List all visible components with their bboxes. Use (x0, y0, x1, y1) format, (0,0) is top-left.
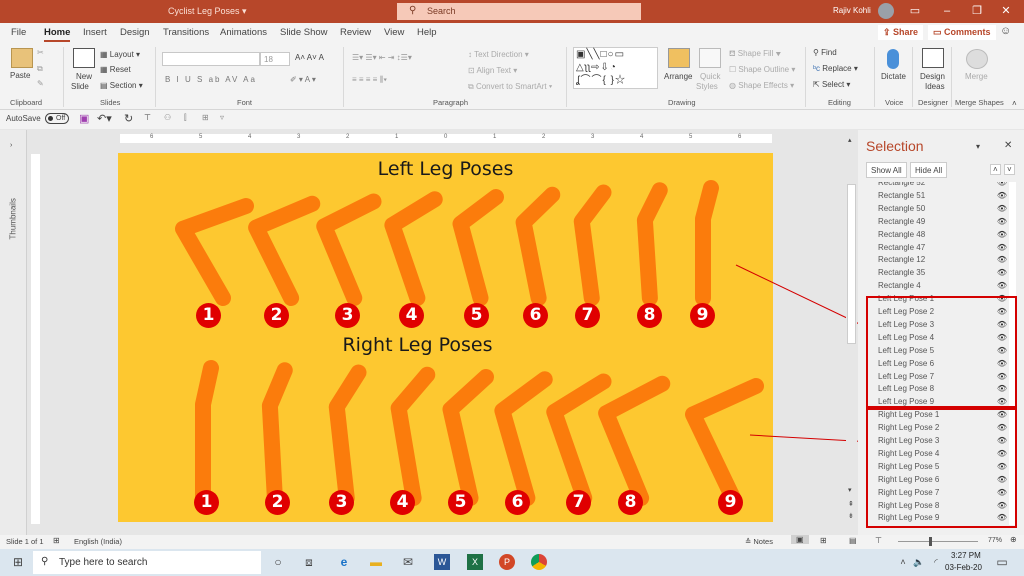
selection-list-item[interactable]: Rectangle 12 👁 (866, 253, 1012, 266)
selection-pane-title: Selection (866, 138, 924, 154)
reading-view-icon[interactable]: ▤ (849, 536, 857, 545)
highlight-right-poses (866, 408, 1017, 528)
windows-start-icon[interactable]: ⊞ (10, 554, 26, 570)
volume-icon[interactable]: 🔈 (911, 554, 927, 570)
clock-time[interactable]: 3:27 PM (951, 551, 981, 560)
taskbar: ⊞ ⚲ Type here to search ○ ⧈ e ▬ ✉ W X P … (0, 549, 1024, 576)
chrome-icon[interactable] (531, 554, 547, 570)
selection-list-item[interactable]: Rectangle 47 👁 (866, 241, 1012, 254)
item-label: Rectangle 49 (878, 216, 926, 226)
fit-slide-icon[interactable]: ⊕ (1010, 535, 1017, 544)
visibility-eye-icon[interactable]: 👁 (997, 189, 1007, 202)
taskbar-search[interactable]: ⚲ Type here to search (33, 551, 261, 574)
cortana-icon[interactable]: ○ (270, 554, 286, 570)
selection-list-item[interactable]: Rectangle 4 👁 (866, 279, 1012, 292)
next-slide-icon[interactable]: ⇟ (848, 512, 854, 520)
show-hidden-icons[interactable]: ˄ (895, 554, 911, 570)
item-label: Rectangle 12 (878, 255, 926, 265)
previous-slide-icon[interactable]: ⇞ (848, 500, 854, 508)
selection-list-item[interactable]: Rectangle 35 👁 (866, 266, 1012, 279)
slide-scrollbar[interactable]: ▴ ▾ ⇞ ⇟ (846, 134, 857, 534)
visibility-eye-icon[interactable]: 👁 (997, 279, 1007, 292)
slide-sorter-icon[interactable]: ⊞ (820, 536, 827, 545)
show-all-button[interactable]: Show All (866, 162, 907, 178)
item-label: Rectangle 35 (878, 268, 926, 278)
notes-button[interactable]: ≙ Notes (745, 537, 773, 546)
notifications-icon[interactable]: ▭ (994, 554, 1010, 570)
scroll-up-icon[interactable]: ▴ (848, 136, 852, 144)
word-icon[interactable]: W (434, 554, 450, 570)
task-view-icon[interactable]: ⧈ (301, 554, 317, 570)
scroll-down-icon[interactable]: ▾ (848, 486, 852, 494)
file-explorer-icon[interactable]: ▬ (368, 554, 384, 570)
slide-counter: Slide 1 of 1 (6, 537, 44, 546)
selection-list-item[interactable]: Rectangle 50 👁 (866, 202, 1012, 215)
language-indicator[interactable]: English (India) (74, 537, 122, 546)
search-icon: ⚲ (41, 556, 49, 567)
bring-forward-icon[interactable]: ˄ (990, 164, 1001, 175)
close-pane-icon[interactable]: ✕ (1004, 140, 1012, 151)
selection-list-item[interactable]: Rectangle 48 👁 (866, 228, 1012, 241)
spell-check-icon[interactable]: ⊞ (53, 536, 60, 545)
status-bar: Slide 1 of 1 ⊞ English (India) ≙ Notes ▣… (0, 535, 1024, 549)
hide-all-button[interactable]: Hide All (910, 162, 948, 178)
item-label: Rectangle 47 (878, 242, 926, 252)
excel-icon[interactable]: X (467, 554, 483, 570)
item-label: Rectangle 50 (878, 203, 926, 213)
item-label: Rectangle 4 (878, 281, 921, 291)
item-label: Rectangle 52 (878, 182, 926, 187)
clock-date[interactable]: 03-Feb-20 (945, 563, 982, 572)
mail-icon[interactable]: ✉ (400, 554, 416, 570)
item-label: Rectangle 51 (878, 190, 926, 200)
normal-view-icon[interactable]: ▣ (791, 535, 809, 544)
send-backward-icon[interactable]: ˅ (1004, 164, 1015, 175)
visibility-eye-icon[interactable]: 👁 (997, 202, 1007, 215)
item-label: Rectangle 48 (878, 229, 926, 239)
edge-icon[interactable]: e (336, 554, 352, 570)
zoom-level[interactable]: 77% (988, 537, 1002, 544)
visibility-eye-icon[interactable]: 👁 (997, 266, 1007, 279)
slideshow-icon[interactable]: ⊤ (875, 536, 882, 545)
pane-options-icon[interactable]: ▾ (976, 142, 980, 151)
highlight-left-poses (866, 296, 1017, 408)
powerpoint-icon[interactable]: P (499, 554, 515, 570)
visibility-eye-icon[interactable]: 👁 (997, 241, 1007, 254)
visibility-eye-icon[interactable]: 👁 (997, 253, 1007, 266)
visibility-eye-icon[interactable]: 👁 (997, 228, 1007, 241)
zoom-slider-thumb[interactable] (929, 537, 932, 546)
selection-list-item[interactable]: Rectangle 51 👁 (866, 189, 1012, 202)
selection-list-item[interactable]: Rectangle 49 👁 (866, 215, 1012, 228)
zoom-slider[interactable] (898, 541, 978, 542)
scrollbar-thumb[interactable] (847, 184, 856, 344)
wifi-icon[interactable]: ◜ (928, 554, 944, 570)
visibility-eye-icon[interactable]: 👁 (997, 215, 1007, 228)
